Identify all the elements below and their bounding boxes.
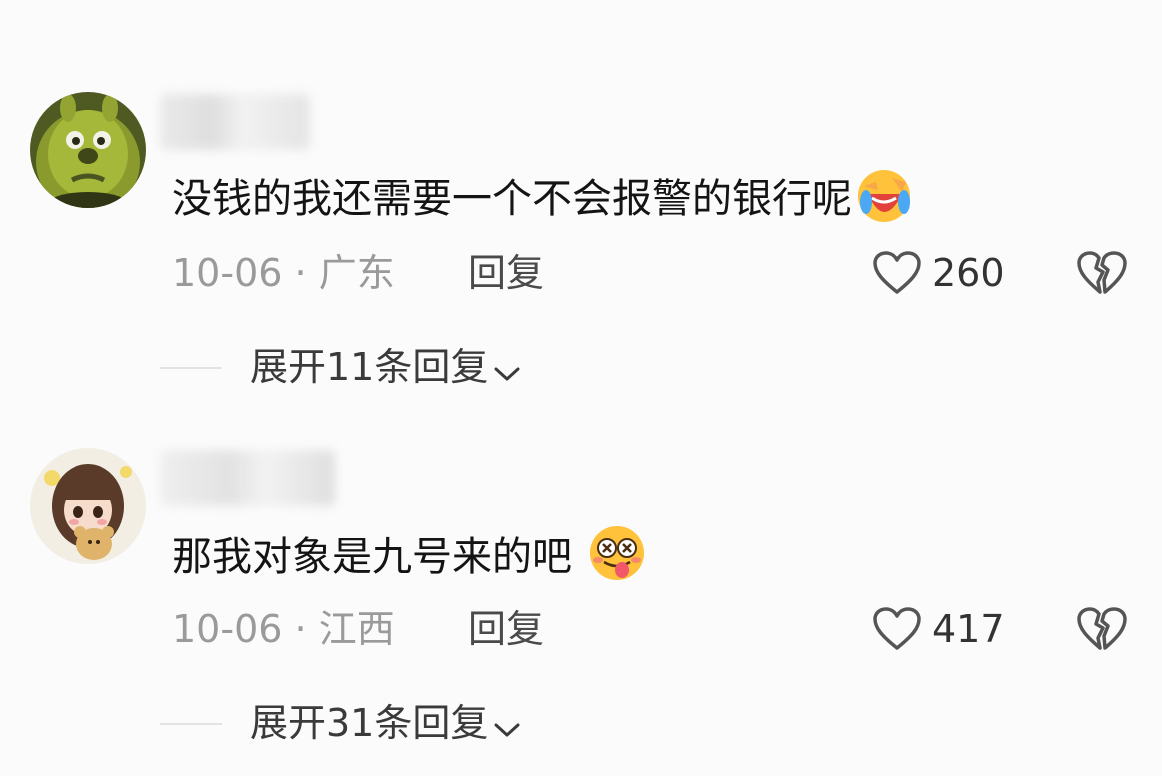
meta-separator: · [294, 251, 307, 295]
chevron-down-icon [494, 367, 520, 381]
reply-button[interactable]: 回复 [468, 604, 544, 654]
like-count: 260 [932, 251, 1005, 295]
heart-icon[interactable] [872, 606, 922, 656]
comment-date: 10-06 [172, 251, 283, 295]
comment-text: 那我对象是九号来的吧 [172, 524, 646, 598]
username-blurred[interactable] [160, 94, 310, 150]
comment-text: 没钱的我还需要一个不会报警的银行呢 [172, 168, 912, 240]
expand-replies-label: 展开11条回复 [250, 345, 489, 389]
comment-item: 那我对象是九号来的吧 10-06 · 江西 回复 417 展开31条回复 [0, 436, 1162, 776]
comment-item: 没钱的我还需要一个不会报警的银行呢 10-06 · 广东 回复 260 展开11… [0, 80, 1162, 420]
broken-heart-icon[interactable] [1076, 250, 1128, 300]
avatar[interactable] [30, 92, 146, 208]
comment-body: 没钱的我还需要一个不会报警的银行呢 [172, 176, 852, 222]
comment-meta: 10-06 · 江西 [172, 604, 395, 654]
heart-icon[interactable] [872, 250, 922, 300]
silly-tongue-emoji-icon [588, 524, 646, 598]
like-count: 417 [932, 607, 1005, 651]
chevron-down-icon [494, 723, 520, 737]
divider-line [160, 723, 222, 725]
comment-date: 10-06 [172, 607, 283, 651]
expand-replies-button[interactable]: 展开31条回复 [250, 698, 522, 748]
divider-line [160, 367, 222, 369]
expand-replies-label: 展开31条回复 [250, 701, 489, 745]
broken-heart-icon[interactable] [1076, 606, 1128, 656]
comment-location: 江西 [318, 607, 395, 651]
expand-replies-button[interactable]: 展开11条回复 [250, 342, 522, 392]
comment-meta: 10-06 · 广东 [172, 248, 395, 298]
username-blurred[interactable] [160, 450, 335, 506]
green-monster-avatar-icon [30, 92, 146, 208]
anime-girl-avatar-icon [30, 448, 146, 564]
reply-button[interactable]: 回复 [468, 248, 544, 298]
meta-separator: · [294, 607, 307, 651]
laughing-crying-emoji-icon [856, 168, 912, 240]
comment-location: 广东 [318, 251, 395, 295]
comment-body: 那我对象是九号来的吧 [172, 534, 572, 580]
avatar[interactable] [30, 448, 146, 564]
